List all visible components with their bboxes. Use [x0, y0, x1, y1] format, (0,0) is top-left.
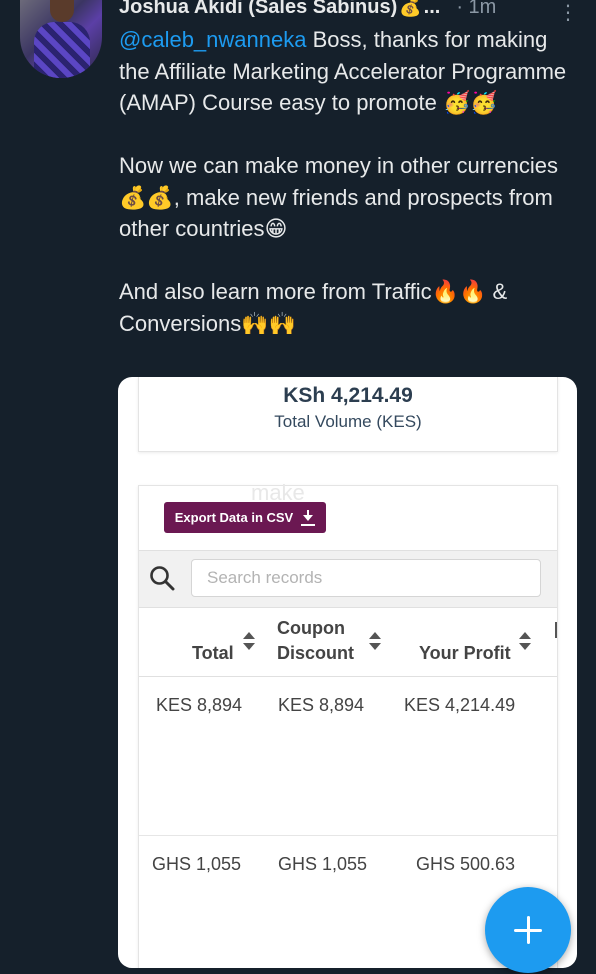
- name-ellipsis: ...: [423, 0, 441, 18]
- author-name[interactable]: Joshua Akidi (Sales Sabinus): [119, 0, 397, 19]
- column-header-total[interactable]: Total: [192, 641, 234, 665]
- cell-profit: GHS 500.63: [416, 854, 516, 874]
- column-header-coupon[interactable]: Coupon: [277, 616, 345, 640]
- cell-discount: KES 8,894: [278, 695, 365, 715]
- total-volume-box: KSh 4,214.49 Total Volume (KES): [138, 377, 558, 452]
- tweet-paragraph-3: And also learn more from Traffic🔥🔥 & Con…: [119, 279, 508, 336]
- mention-link[interactable]: @caleb_nwanneka: [119, 27, 306, 52]
- total-volume-amount: KSh 4,214.49: [283, 384, 413, 407]
- money-bag-emoji: 💰: [399, 0, 422, 17]
- column-header-discount[interactable]: Discount: [277, 641, 354, 665]
- search-records-input[interactable]: [191, 559, 541, 597]
- cell-discount: GHS 1,055: [278, 854, 368, 874]
- sort-icon[interactable]: [519, 632, 531, 650]
- export-csv-button[interactable]: Export Data in CSV: [164, 502, 326, 533]
- table-header: Total Coupon Discount Your Profit: [139, 608, 557, 677]
- sort-icon[interactable]: [369, 632, 381, 650]
- attached-image[interactable]: KSh 4,214.49 Total Volume (KES) make Exp…: [118, 377, 577, 968]
- export-csv-label: Export Data in CSV: [174, 510, 294, 525]
- cell-total: GHS 1,055: [152, 854, 242, 874]
- sort-icon[interactable]: [243, 632, 255, 650]
- column-header-your-profit[interactable]: Your Profit: [419, 641, 511, 665]
- tweet-paragraph-1: @caleb_nwanneka Boss, thanks for making …: [119, 24, 584, 119]
- records-table-panel: make Export Data in CSV Total Coupon Dis…: [138, 480, 558, 968]
- tweet-paragraph-2: Now we can make money in other currencie…: [119, 153, 558, 241]
- search-bar: [139, 550, 557, 608]
- more-options-icon[interactable]: ⋮: [558, 0, 578, 25]
- table-row: KES 8,894 KES 8,894 KES 4,214.49: [139, 677, 557, 836]
- tweet-header: Joshua Akidi (Sales Sabinus) 💰 ... · 1m: [119, 0, 589, 22]
- cell-profit: KES 4,214.49: [404, 695, 516, 715]
- compose-tweet-button[interactable]: [485, 887, 571, 973]
- download-icon: [301, 509, 316, 526]
- avatar-head: [50, 0, 74, 22]
- search-icon: [150, 566, 175, 591]
- cell-total: KES 8,894: [156, 695, 243, 715]
- tweet-time[interactable]: · 1m: [456, 0, 496, 19]
- next-column-edge: [555, 622, 557, 638]
- total-volume-label: Total Volume (KES): [274, 412, 422, 431]
- author-avatar[interactable]: [20, 0, 102, 78]
- tweet-text: @caleb_nwanneka Boss, thanks for making …: [119, 24, 584, 339]
- avatar-shirt: [34, 22, 90, 78]
